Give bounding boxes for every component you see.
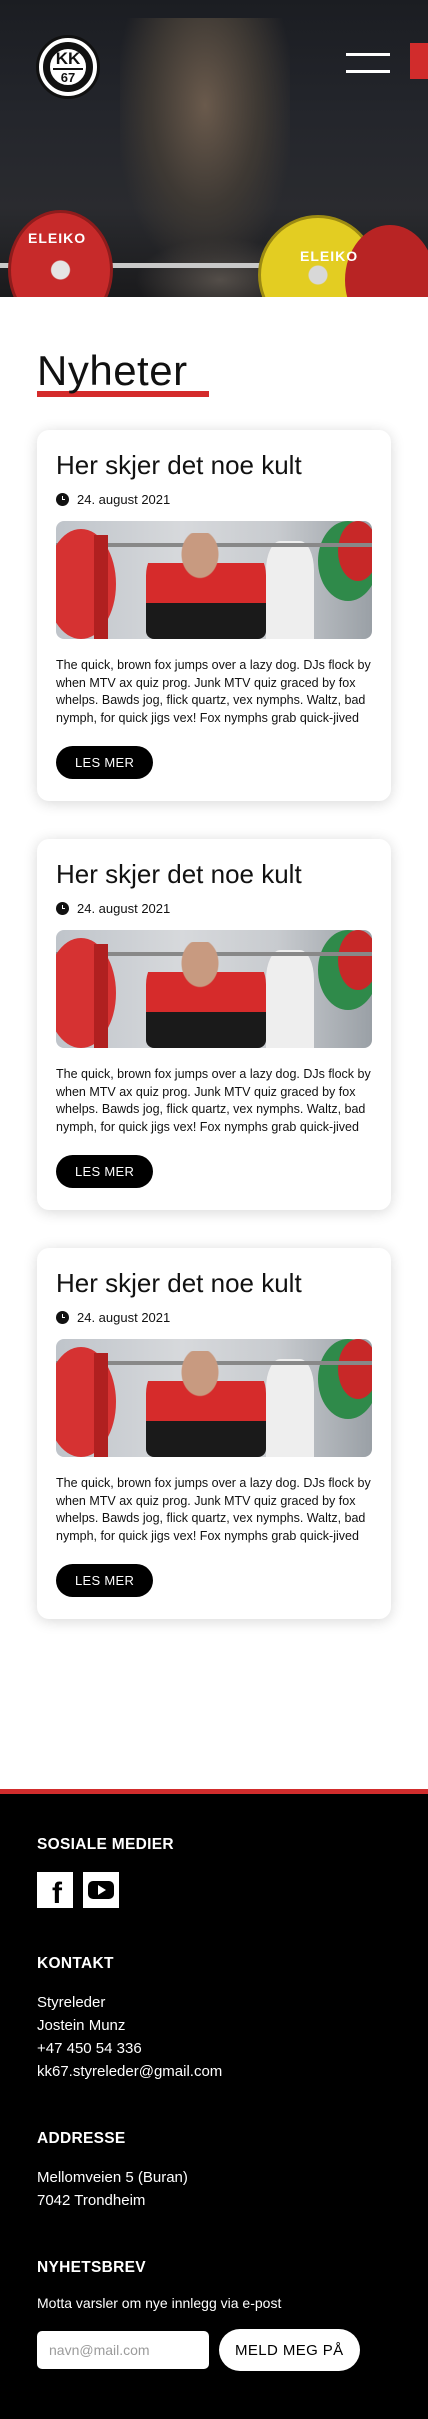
subscribe-button[interactable]: MELD MEG PÅ — [219, 2329, 360, 2371]
newsletter-text: Motta varsler om nye innlegg via e-post — [37, 2295, 282, 2311]
news-card: Her skjer det noe kult 24. august 2021 T… — [37, 839, 391, 1210]
contact-name: Jostein Munz — [37, 2017, 126, 2034]
news-card: Her skjer det noe kult 24. august 2021 T… — [37, 430, 391, 801]
card-title[interactable]: Her skjer det noe kult — [56, 857, 372, 891]
powerlifter-photo[interactable] — [56, 1339, 372, 1457]
address-city: 7042 Trondheim — [37, 2192, 146, 2209]
clock-icon — [56, 493, 69, 506]
club-logo[interactable]: KK 67 — [36, 35, 100, 99]
date-text: 24. august 2021 — [77, 1310, 171, 1325]
clock-icon — [56, 1311, 69, 1324]
photo-bg-person — [266, 1359, 314, 1457]
facebook-f-glyph: f — [52, 1877, 62, 1910]
card-excerpt: The quick, brown fox jumps over a lazy d… — [56, 658, 371, 725]
address-street: Mellomveien 5 (Buran) — [37, 2169, 188, 2186]
address-heading: ADDRESSE — [37, 2130, 126, 2147]
address-section: ADDRESSE Mellomveien 5 (Buran) 7042 Tron… — [37, 2130, 391, 2212]
powerlifter-photo[interactable] — [56, 521, 372, 639]
menu-line — [346, 70, 390, 73]
contact-email[interactable]: kk67.styreleder@gmail.com — [37, 2060, 391, 2083]
newsletter-heading: NYHETSBREV — [37, 2259, 146, 2276]
card-title[interactable]: Her skjer det noe kult — [56, 1266, 372, 1300]
card-date: 24. august 2021 — [56, 1310, 372, 1325]
card-title[interactable]: Her skjer det noe kult — [56, 448, 372, 482]
logo-kk: KK — [55, 48, 81, 68]
news-section: Nyheter Her skjer det noe kult 24. augus… — [0, 297, 428, 1619]
card-date: 24. august 2021 — [56, 901, 372, 916]
photo-plate — [94, 944, 108, 1048]
contact-heading: KONTAKT — [37, 1955, 114, 1972]
photo-bg-person — [266, 541, 314, 639]
social-links: f — [37, 1872, 391, 1910]
photo-plate — [338, 1339, 372, 1399]
photo-plate — [338, 521, 372, 581]
logo-number: 67 — [60, 69, 76, 85]
hero-plate-label: ELEIKO — [300, 248, 359, 264]
newsletter-form: MELD MEG PÅ — [37, 2329, 391, 2371]
page-title: Nyheter — [37, 347, 188, 394]
contact-role: Styreleder — [37, 1994, 106, 2011]
facebook-icon[interactable]: f — [37, 1872, 73, 1910]
news-card: Her skjer det noe kult 24. august 2021 T… — [37, 1248, 391, 1619]
hero-edge-banner — [410, 43, 428, 79]
read-more-button[interactable]: LES MER — [56, 1155, 154, 1188]
social-heading: SOSIALE MEDIER — [37, 1836, 174, 1853]
photo-plate — [94, 535, 108, 639]
photo-lifter — [146, 533, 266, 639]
hero-plate-label: ELEIKO — [28, 230, 87, 246]
hero-athlete — [120, 18, 290, 268]
youtube-icon[interactable] — [83, 1872, 119, 1908]
photo-plate — [94, 1353, 108, 1457]
card-date: 24. august 2021 — [56, 492, 372, 507]
photo-lifter — [146, 942, 266, 1048]
date-text: 24. august 2021 — [77, 901, 171, 916]
contact-section: KONTAKT Styreleder Jostein Munz +47 450 … — [37, 1955, 391, 2083]
newsletter-section: NYHETSBREV Motta varsler om nye innlegg … — [37, 2259, 391, 2371]
card-excerpt: The quick, brown fox jumps over a lazy d… — [56, 1476, 371, 1543]
clock-icon — [56, 902, 69, 915]
read-more-button[interactable]: LES MER — [56, 746, 154, 779]
site-footer: SOSIALE MEDIER f KONTAKT Styreleder Jost… — [0, 1789, 428, 2419]
photo-bg-person — [266, 950, 314, 1048]
hero-plate-red — [8, 210, 113, 297]
play-icon — [98, 1885, 106, 1895]
contact-phone[interactable]: +47 450 54 336 — [37, 2037, 391, 2060]
hero-header: ELEIKO ELEIKO KK 67 — [0, 0, 428, 297]
photo-plate — [338, 930, 372, 990]
read-more-button[interactable]: LES MER — [56, 1564, 154, 1597]
menu-line — [346, 53, 390, 56]
card-excerpt: The quick, brown fox jumps over a lazy d… — [56, 1067, 371, 1134]
email-field[interactable] — [37, 2331, 209, 2369]
powerlifter-photo[interactable] — [56, 930, 372, 1048]
photo-lifter — [146, 1351, 266, 1457]
hamburger-icon[interactable] — [346, 49, 390, 77]
date-text: 24. august 2021 — [77, 492, 171, 507]
